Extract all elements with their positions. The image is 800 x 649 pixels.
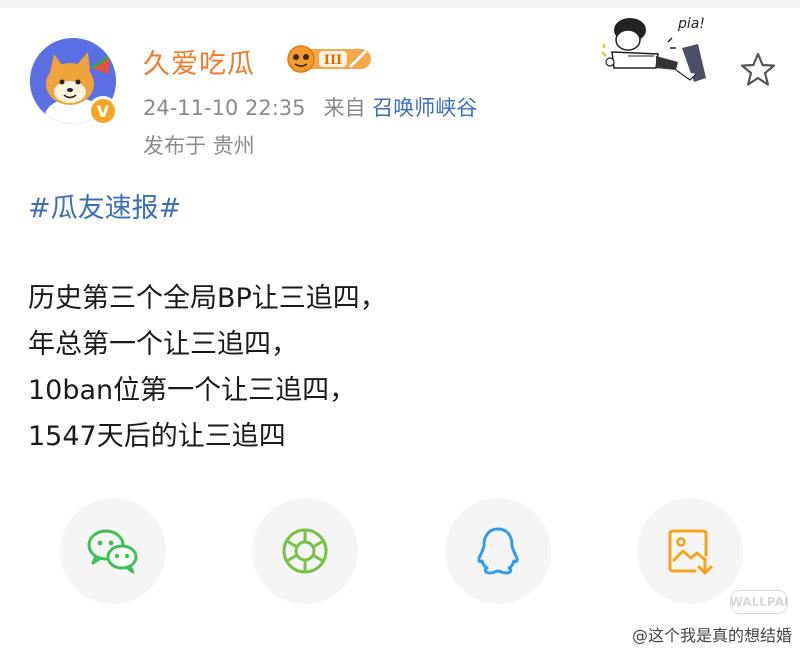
post-body: 历史第三个全局BP让三追四， 年总第一个让三追四， 10ban位第一个让三追四，… <box>28 276 387 460</box>
post-line: 10ban位第一个让三追四， <box>28 375 357 406</box>
avatar[interactable]: V <box>30 38 118 126</box>
level-badge[interactable]: III <box>287 44 373 74</box>
hashtag-link[interactable]: #瓜友速报# <box>28 186 181 225</box>
qq-icon <box>477 527 519 575</box>
post-line: 年总第一个让三追四， <box>28 329 298 360</box>
watermark-text: @这个我是真的想结婚 <box>631 626 792 645</box>
share-qq-button[interactable] <box>445 498 551 604</box>
wechat-icon <box>87 529 138 574</box>
top-divider <box>0 0 800 8</box>
post-line: 1547天后的让三追四 <box>28 421 286 452</box>
source-link[interactable]: 召唤师峡谷 <box>372 96 477 120</box>
sticker-decoration: pia! <box>601 16 706 82</box>
share-moments-button[interactable] <box>252 498 358 604</box>
level-label: III <box>324 53 342 68</box>
favorite-star-icon[interactable] <box>738 50 778 90</box>
watermark-logo: WALLPAI <box>730 590 788 614</box>
save-image-icon <box>668 529 713 575</box>
source-prefix: 来自 <box>323 96 366 120</box>
post-location: 发布于 贵州 <box>143 134 255 158</box>
author-name[interactable]: 久爱吃瓜 <box>143 42 255 81</box>
post-timestamp: 24-11-10 22:35 <box>143 96 306 120</box>
verified-badge-icon: V <box>88 96 118 126</box>
share-wechat-button[interactable] <box>60 498 166 604</box>
moments-icon <box>282 528 328 574</box>
post-meta: 24-11-10 22:35 来自 召唤师峡谷 <box>143 92 477 122</box>
post-line: 历史第三个全局BP让三追四， <box>28 283 387 314</box>
save-image-button[interactable] <box>637 498 743 604</box>
sticker-text: pia! <box>677 16 705 32</box>
share-bar <box>0 498 800 606</box>
